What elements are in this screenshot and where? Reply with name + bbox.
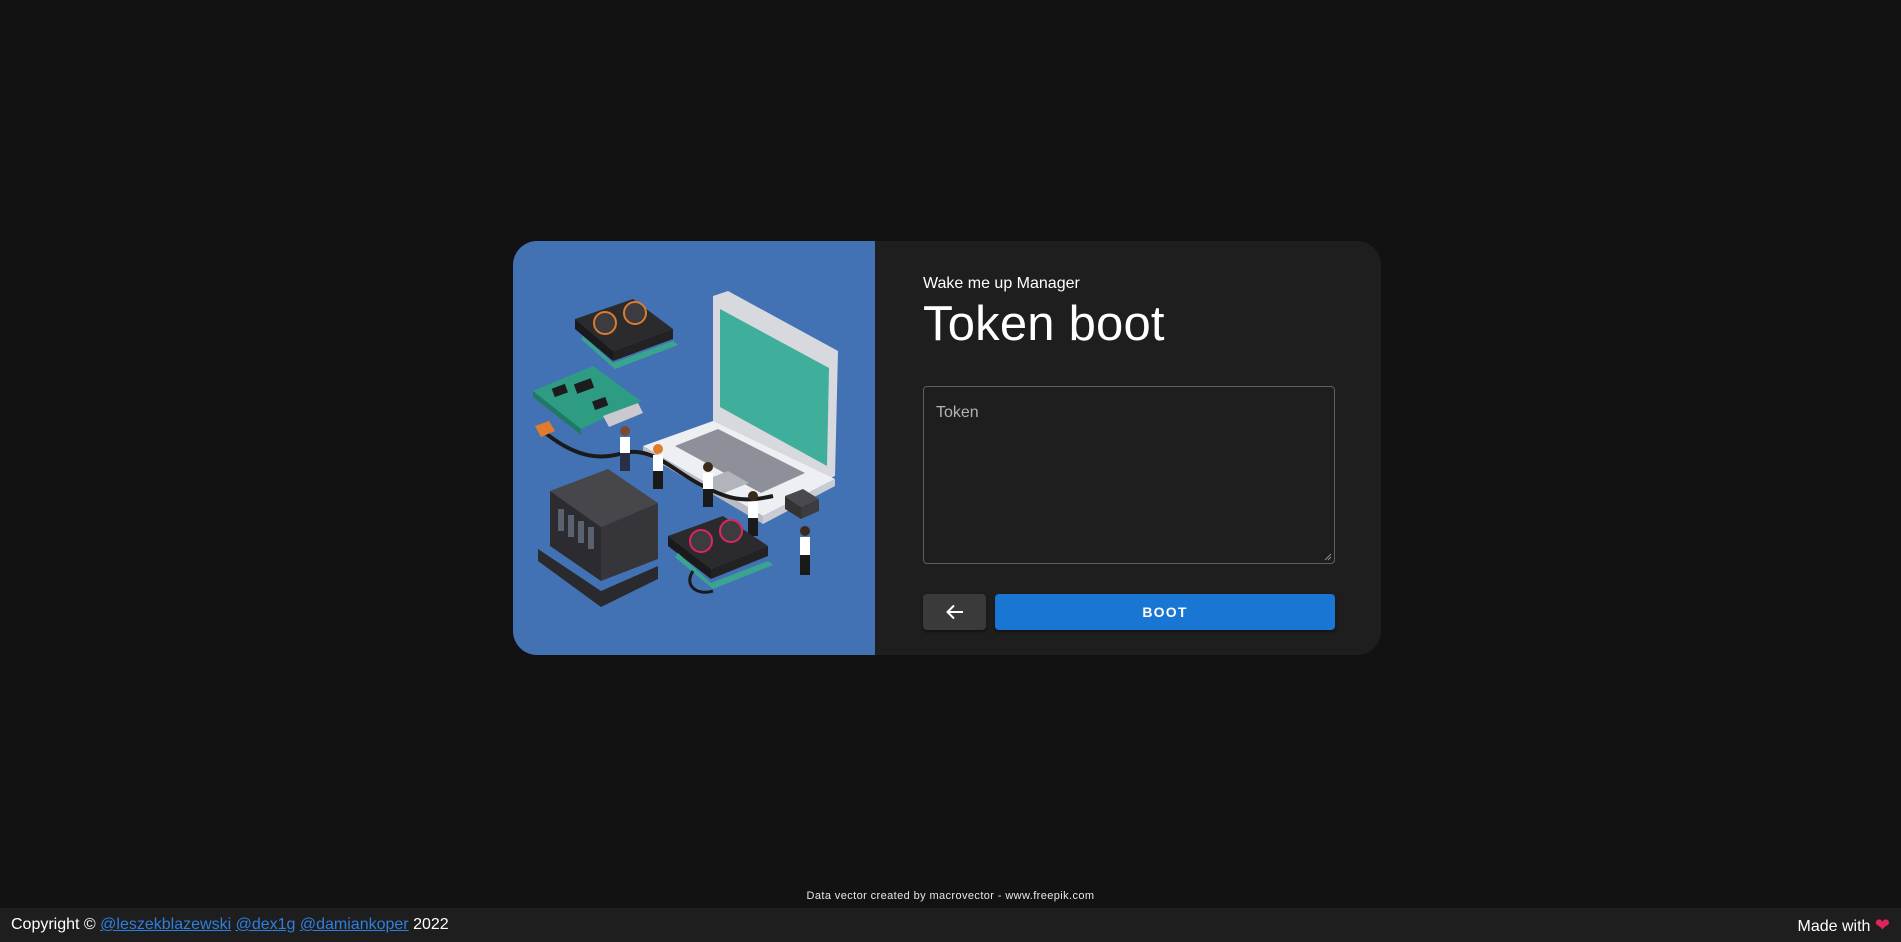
page-title: Token boot	[923, 297, 1165, 351]
server-box	[538, 469, 658, 607]
form-actions: BOOT	[923, 594, 1335, 630]
author-link-damiankoper[interactable]: @damiankoper	[300, 916, 409, 933]
hardware-illustration	[513, 241, 875, 655]
copyright: Copyright © @leszekblazewski @dex1g @dam…	[11, 916, 449, 934]
made-with-label: Made with	[1797, 917, 1871, 935]
boot-button[interactable]: BOOT	[995, 594, 1335, 630]
laptop	[643, 291, 838, 524]
copyright-prefix: Copyright ©	[11, 916, 96, 933]
footer: Copyright © @leszekblazewski @dex1g @dam…	[0, 908, 1901, 942]
gpu-card-top	[575, 299, 678, 369]
made-with: Made with ❤	[1798, 915, 1890, 936]
back-button[interactable]	[923, 594, 986, 630]
boot-form: Wake me up Manager Token boot BOOT	[875, 241, 1381, 655]
heart-icon: ❤	[1874, 914, 1890, 935]
arrow-left-icon	[945, 604, 963, 620]
token-field	[923, 386, 1335, 564]
token-input[interactable]	[924, 387, 1334, 563]
author-link-dex1g[interactable]: @dex1g	[236, 916, 296, 933]
copyright-year: 2022	[413, 916, 449, 933]
resize-grip-icon[interactable]	[1324, 553, 1332, 561]
hardware-illustration-image	[533, 291, 838, 607]
author-link-leszekblazewski[interactable]: @leszekblazewski	[100, 916, 231, 933]
image-credit: Data vector created by macrovector - www…	[806, 890, 1095, 902]
app-name: Wake me up Manager	[923, 275, 1080, 292]
login-card: Wake me up Manager Token boot BOOT	[513, 241, 1381, 655]
